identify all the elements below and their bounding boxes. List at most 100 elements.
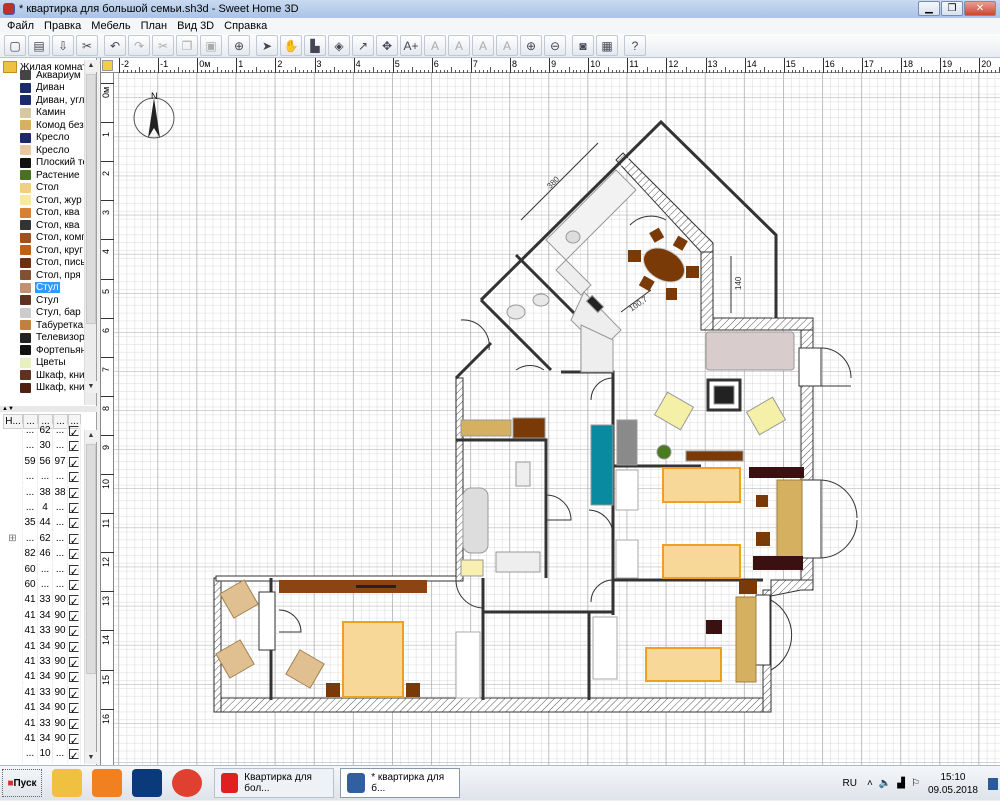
visible-checkbox[interactable]: ✓ (69, 657, 79, 667)
close-button[interactable]: ✕ (964, 1, 996, 16)
catalog-item[interactable]: Стол, пря (20, 269, 82, 281)
table-row[interactable]: 41 34 90 ✓ (3, 639, 81, 655)
show-hidden-icons-icon[interactable]: ˄ (867, 778, 873, 789)
menu-2[interactable]: Мебель (86, 20, 135, 32)
visible-checkbox[interactable]: ✓ (69, 456, 79, 467)
table-row[interactable]: 41 34 90 ✓ (3, 670, 81, 686)
save-button[interactable]: ⇩ (52, 35, 74, 56)
visible-checkbox[interactable]: ✓ (69, 580, 79, 590)
catalog-item[interactable]: Растение (20, 169, 81, 181)
floor-plan[interactable]: N 380 140 100,7 (114, 73, 1000, 765)
scroll-down-icon[interactable]: ▼ (85, 752, 97, 764)
catalog-item[interactable]: Шкаф, кни (20, 369, 86, 381)
italic-button[interactable]: A (496, 35, 518, 56)
table-row[interactable]: 41 33 90 ✓ (3, 685, 81, 701)
catalog-item[interactable]: Кресло (20, 132, 70, 144)
plan-view[interactable]: -2 -1 0м 1 2 3 4 5 6 7 8 9 10 11 12 13 14 15 16 17 18 19 20 0м… (100, 58, 1000, 765)
flag-icon[interactable]: ⚐ (911, 778, 920, 789)
zoom-out-button[interactable]: ⊖ (544, 35, 566, 56)
catalog-item[interactable]: Стол, пись (20, 257, 87, 269)
catalog-item[interactable]: Плоский те (20, 157, 89, 169)
catalog-item[interactable]: Стул (20, 282, 60, 294)
visible-checkbox[interactable]: ✓ (69, 703, 79, 714)
bold-button[interactable]: A (472, 35, 494, 56)
create-polylines-button[interactable]: ↗ (352, 35, 374, 56)
copy-button[interactable]: ❐ (176, 35, 198, 56)
photoshop-icon[interactable] (132, 769, 162, 797)
catalog-item[interactable]: Стул, бар (20, 307, 82, 319)
table-scrollbar[interactable]: ▲ ▼ (84, 430, 97, 764)
add-text-button[interactable]: A+ (400, 35, 422, 56)
show-desktop-button[interactable] (988, 777, 998, 790)
catalog-item[interactable]: Комод без (20, 119, 85, 131)
select-button[interactable]: ➤ (256, 35, 278, 56)
visible-checkbox[interactable]: ✓ (69, 518, 79, 529)
visible-checkbox[interactable]: ✓ (69, 533, 79, 544)
table-row[interactable]: 41 34 90 ✓ (3, 732, 81, 747)
visible-checkbox[interactable]: ✓ (69, 718, 79, 729)
table-row[interactable]: 82 46... ✓ (3, 547, 81, 563)
paste-button[interactable]: ▣ (200, 35, 222, 56)
visible-checkbox[interactable]: ✓ (69, 441, 79, 452)
table-row[interactable]: ......... ✓ (3, 470, 81, 486)
create-photo-button[interactable]: ◙ (572, 35, 594, 56)
scroll-down-icon[interactable]: ▼ (85, 381, 97, 393)
catalog-item[interactable]: Стул (20, 294, 60, 306)
catalog-item[interactable]: Телевизор (20, 332, 86, 344)
catalog-item[interactable]: Стол, круг (20, 244, 84, 256)
visible-checkbox[interactable]: ✓ (69, 487, 79, 498)
table-row[interactable]: 41 33 90 ✓ (3, 593, 81, 609)
table-row[interactable]: ⊞... 62... ✓ (3, 531, 81, 547)
network-icon[interactable]: ▟ (897, 778, 905, 789)
restore-button[interactable]: ❐ (941, 1, 963, 16)
cut-preferences-button[interactable]: ✂ (76, 35, 98, 56)
catalog-item[interactable]: Стол, жур (20, 194, 83, 206)
menu-5[interactable]: Справка (219, 20, 272, 32)
catalog-item[interactable]: Стол, комп (20, 232, 88, 244)
table-row[interactable]: ... 30... ✓ (3, 439, 81, 455)
menu-3[interactable]: План (136, 20, 173, 32)
table-row[interactable]: ... 4... ✓ (3, 501, 81, 516)
visible-checkbox[interactable]: ✓ (69, 472, 79, 483)
visible-checkbox[interactable]: ✓ (69, 564, 79, 575)
catalog-item[interactable]: Цветы (20, 357, 67, 369)
table-row[interactable]: 6066...✓ (3, 762, 81, 764)
menu-1[interactable]: Правка (39, 20, 86, 32)
visible-checkbox[interactable]: ✓ (69, 626, 79, 637)
catalog-item[interactable]: Стол, ква (20, 219, 81, 231)
create-video-button[interactable]: ▦ (596, 35, 618, 56)
table-row[interactable]: 59 56 97 ✓ (3, 454, 81, 470)
open-button[interactable]: ▤ (28, 35, 50, 56)
scroll-up-icon[interactable]: ▲ (85, 430, 97, 442)
table-row[interactable]: 60...... ✓ (3, 562, 81, 578)
menu-4[interactable]: Вид 3D (172, 20, 219, 32)
catalog-item[interactable]: Диван, угл (20, 94, 85, 106)
rotate-text-button[interactable]: A (424, 35, 446, 56)
pan-button[interactable]: ✋ (280, 35, 302, 56)
table-row[interactable]: 60...... ✓ (3, 578, 81, 593)
table-row[interactable]: 41 34 90 ✓ (3, 608, 81, 624)
table-row[interactable]: 41 33 90 ✓ (3, 624, 81, 640)
file-explorer-icon[interactable] (52, 769, 82, 797)
visible-checkbox[interactable]: ✓ (69, 549, 79, 560)
table-row[interactable]: 41 33 90 ✓ (3, 716, 81, 732)
catalog-item[interactable]: Табуретка (20, 319, 84, 331)
clock[interactable]: 15:10 09.05.2018 (928, 771, 978, 797)
taskbar-task[interactable]: * квартирка для б... (340, 768, 460, 798)
text-style-button[interactable]: A (448, 35, 470, 56)
catalog-item[interactable]: Стол (20, 182, 60, 194)
visible-checkbox[interactable]: ✓ (69, 595, 79, 606)
catalog-item[interactable]: Камин (20, 107, 66, 119)
table-row[interactable]: 41 33 90 ✓ (3, 655, 81, 670)
language-indicator[interactable]: RU (843, 778, 857, 789)
visible-checkbox[interactable]: ✓ (69, 641, 79, 652)
catalog-scrollbar[interactable]: ▲ ▼ (84, 60, 97, 405)
visible-checkbox[interactable]: ✓ (69, 610, 79, 621)
visible-checkbox[interactable]: ✓ (69, 749, 79, 760)
chrome-icon[interactable] (172, 769, 202, 797)
table-row[interactable]: ... 38 38 ✓ (3, 485, 81, 501)
create-rooms-button[interactable]: ◈ (328, 35, 350, 56)
help-button[interactable]: ? (624, 35, 646, 56)
panel-splitter[interactable]: ▲▼ (0, 406, 97, 412)
cut-button[interactable]: ✂ (152, 35, 174, 56)
